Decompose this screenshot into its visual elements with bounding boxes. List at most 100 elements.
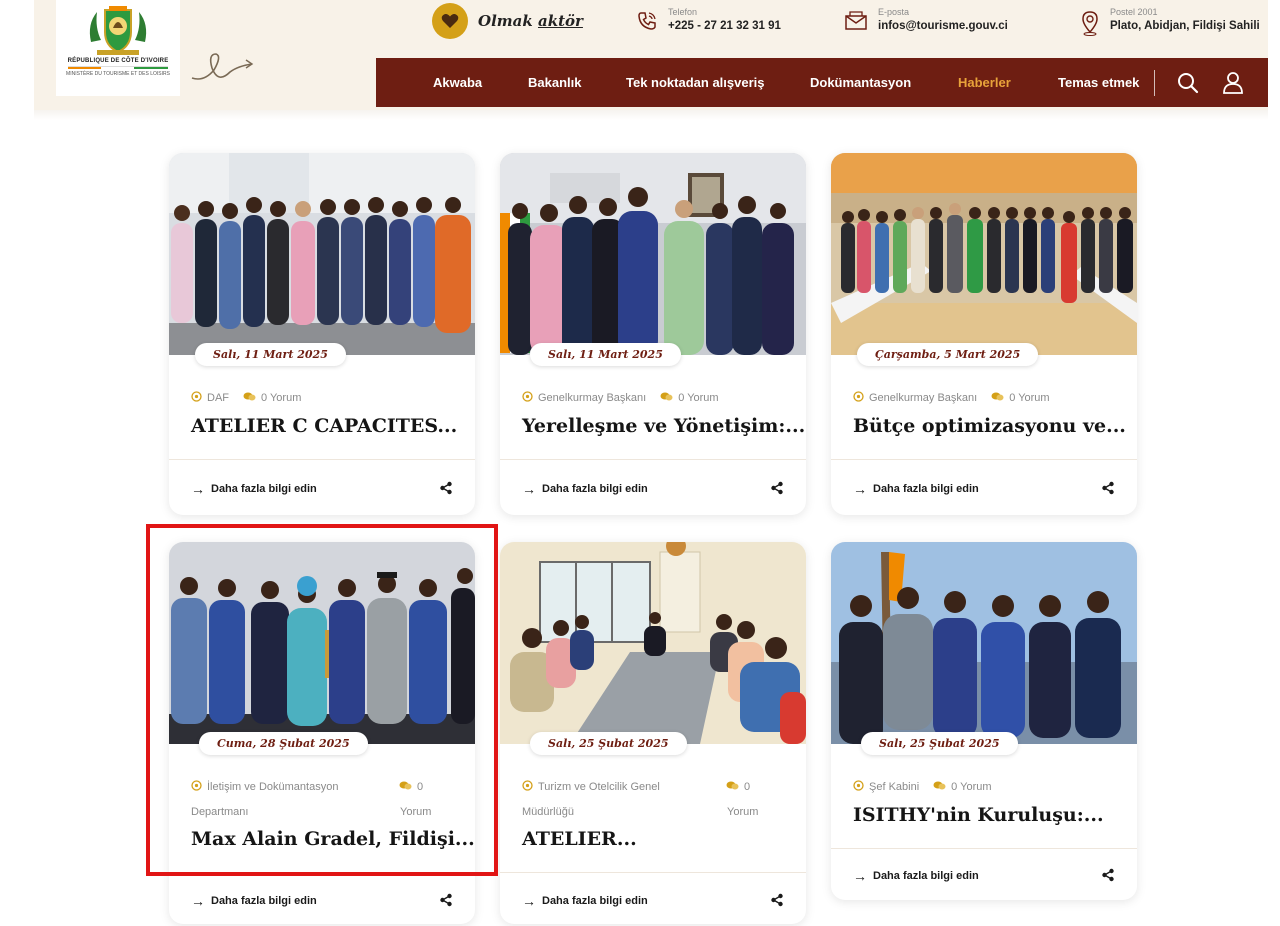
share-icon[interactable] [770,893,784,907]
read-more-link[interactable]: → Daha fazla bilgi edin [191,893,317,909]
read-more-label: Daha fazla bilgi edin [542,895,648,907]
card-meta: Genelkurmay Başkanı 0 Yorum [853,391,1050,405]
card-title[interactable]: ISITHY'nin Kuruluşu:... [853,804,1104,826]
date-badge: Salı, 25 Şubat 2025 [861,732,1018,755]
news-card-image[interactable] [831,153,1137,355]
phone-value: +225 - 27 21 32 31 91 [668,20,781,32]
card-title[interactable]: ATELIER C CAPACITES... [191,415,457,437]
nav-item-news[interactable]: Haberler [958,75,1011,90]
address-label: Postel 2001 [1110,7,1158,17]
read-more-link[interactable]: → Daha fazla bilgi edin [853,481,979,497]
card-divider [500,872,806,873]
card-comments[interactable]: 0 Yorum [951,781,991,793]
card-comments-meta: 0 [726,780,750,794]
share-icon[interactable] [439,481,453,495]
address-value: Plato, Abidjan, Fildişi Sahili [1110,20,1260,32]
contact-phone[interactable]: Telefon +225 - 27 21 32 31 91 [636,6,781,34]
logo-country-text: RÉPUBLIQUE DE CÔTE D'IVOIRE [67,58,169,64]
card-divider [831,459,1137,460]
comment-icon [243,391,256,405]
news-card[interactable]: Çarşamba, 5 Mart 2025 Genelkurmay Başkan… [831,153,1137,515]
card-category[interactable]: DAF [207,392,229,404]
signature-doodle-icon [191,53,254,80]
share-icon[interactable] [439,893,453,907]
user-icon[interactable] [1222,71,1244,95]
contact-address[interactable]: Postel 2001 Plato, Abidjan, Fildişi Sahi… [1080,6,1260,36]
read-more-link[interactable]: → Daha fazla bilgi edin [522,481,648,497]
logo-ministry-text: MINISTÈRE DU TOURISME ET DES LOISIRS [66,71,170,77]
card-divider [500,459,806,460]
read-more-link[interactable]: → Daha fazla bilgi edin [191,481,317,497]
card-category[interactable]: Turizm ve Otelcilik Genel [538,781,660,793]
card-comments-count[interactable]: 0 [744,781,750,793]
read-more-label: Daha fazla bilgi edin [211,483,317,495]
mail-icon [845,11,867,30]
card-meta: DAF 0 Yorum [191,391,301,405]
news-card[interactable]: Salı, 11 Mart 2025 Genelkurmay Başkanı 0… [500,153,806,515]
contact-email[interactable]: E-posta infos@tourisme.gouv.ci [844,6,1008,34]
highlight-frame [146,524,498,876]
news-card[interactable]: Salı, 25 Şubat 2025 Şef Kabini 0 Yorum I… [831,542,1137,900]
arrow-right-icon: → [853,481,867,497]
nav-item-contact[interactable]: Temas etmek [1058,75,1139,90]
share-icon[interactable] [1101,868,1115,882]
news-card[interactable]: Salı, 11 Mart 2025 DAF 0 Yorum ATELIER C… [169,153,475,515]
news-card-image[interactable] [500,153,806,355]
coat-of-arms-icon [83,2,153,58]
read-more-label: Daha fazla bilgi edin [542,483,648,495]
card-category[interactable]: Şef Kabini [869,781,919,793]
card-category[interactable]: Genelkurmay Başkanı [538,392,646,404]
card-comments[interactable]: 0 Yorum [678,392,718,404]
news-card-image[interactable] [169,153,475,355]
nav-item-akwaba[interactable]: Akwaba [433,75,482,90]
folder-icon [522,391,533,405]
share-icon[interactable] [770,481,784,495]
read-more-link[interactable]: → Daha fazla bilgi edin [853,868,979,884]
card-category-continued[interactable]: Müdürlüğü [522,800,574,824]
date-badge: Salı, 11 Mart 2025 [195,343,346,366]
read-more-link[interactable]: → Daha fazla bilgi edin [522,893,648,909]
email-value: infos@tourisme.gouv.ci [878,20,1008,32]
news-card-image[interactable] [831,542,1137,744]
phone-label: Telefon [668,7,698,17]
tagline-word: Olmak [478,12,533,30]
card-comments-label[interactable]: Yorum [727,800,758,824]
nav-item-one-stop-shop[interactable]: Tek noktadan alışveriş [626,75,765,90]
card-meta: Genelkurmay Başkanı 0 Yorum [522,391,719,405]
ministry-logo[interactable]: RÉPUBLIQUE DE CÔTE D'IVOIRE MINISTÈRE DU… [56,0,180,96]
card-meta: Turizm ve Otelcilik Genel [522,780,660,794]
date-badge: Çarşamba, 5 Mart 2025 [857,343,1039,366]
comment-icon [726,780,739,794]
card-divider [169,459,475,460]
news-card[interactable]: Salı, 25 Şubat 2025 Turizm ve Otelcilik … [500,542,806,924]
arrow-right-icon: → [853,868,867,884]
share-icon[interactable] [1101,481,1115,495]
read-more-label: Daha fazla bilgi edin [873,483,979,495]
date-badge: Salı, 25 Şubat 2025 [530,732,687,755]
card-divider [831,848,1137,849]
contact-bar: Olmak aktör Telefon +225 - 27 21 32 31 9… [420,0,1280,50]
card-title[interactable]: Yerelleşme ve Yönetişim:... [522,415,805,437]
phone-icon [638,12,656,30]
read-more-label: Daha fazla bilgi edin [873,870,979,882]
card-comments[interactable]: 0 Yorum [1009,392,1049,404]
comment-icon [991,391,1004,405]
card-title[interactable]: Bütçe optimizasyonu ve... [853,415,1126,437]
card-title[interactable]: ATELIER... [522,828,637,850]
nav-item-documentation[interactable]: Dokümantasyon [810,75,911,90]
tagline-underlined-word: aktör [537,12,583,30]
nav-item-bakanlik[interactable]: Bakanlık [528,75,581,90]
arrow-right-icon: → [522,893,536,909]
arrow-right-icon: → [522,481,536,497]
email-label: E-posta [878,7,910,17]
news-card-image[interactable] [500,542,806,744]
card-comments[interactable]: 0 Yorum [261,392,301,404]
arrow-right-icon: → [191,893,205,909]
comment-icon [660,391,673,405]
heart-badge[interactable] [432,3,468,39]
search-icon[interactable] [1176,71,1200,95]
location-pin-icon [1082,11,1098,36]
folder-icon [853,780,864,794]
card-category[interactable]: Genelkurmay Başkanı [869,392,977,404]
folder-icon [522,780,533,794]
